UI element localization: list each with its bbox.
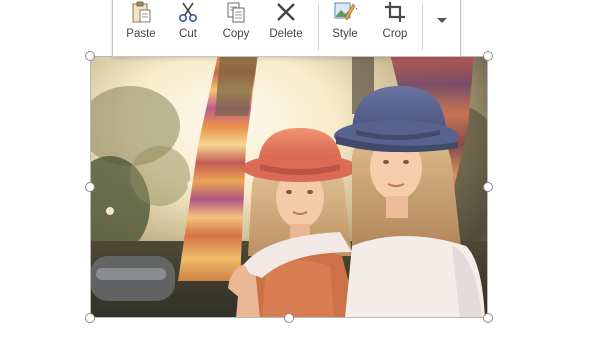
resize-handle-middle-left[interactable] (85, 182, 95, 192)
crop-label: Crop (382, 28, 408, 40)
more-options-button[interactable] (424, 0, 460, 56)
document-canvas: Paste Cut Copy Delete Style Crop (0, 0, 608, 342)
copy-icon (227, 2, 245, 23)
toolbar-separator (422, 3, 423, 51)
delete-x-icon (277, 3, 295, 21)
cut-label: Cut (179, 28, 197, 40)
resize-handle-middle-right[interactable] (483, 182, 493, 192)
style-label: Style (332, 28, 358, 40)
delete-button[interactable]: Delete (261, 0, 311, 56)
style-button[interactable]: Style (321, 0, 369, 56)
chevron-down-icon (437, 18, 447, 23)
resize-handle-bottom-left[interactable] (85, 313, 95, 323)
resize-handle-bottom-center[interactable] (284, 313, 294, 323)
toolbar-separator (318, 3, 319, 51)
resize-handle-top-left[interactable] (85, 51, 95, 61)
copy-button[interactable]: Copy (211, 0, 261, 56)
resize-handle-top-right[interactable] (483, 51, 493, 61)
paste-button[interactable]: Paste (113, 0, 169, 56)
photo-two-girls (90, 56, 488, 318)
paste-label: Paste (126, 28, 156, 40)
paste-icon (132, 1, 151, 23)
delete-label: Delete (269, 28, 303, 40)
scissors-icon (178, 2, 198, 23)
resize-handle-bottom-right[interactable] (483, 313, 493, 323)
picture-mini-toolbar: Paste Cut Copy Delete Style Crop (112, 0, 461, 57)
picture-style-icon (334, 2, 357, 21)
copy-label: Copy (222, 28, 250, 40)
crop-icon (385, 2, 405, 22)
cut-button[interactable]: Cut (163, 0, 213, 56)
selected-picture[interactable] (90, 56, 488, 318)
crop-button[interactable]: Crop (369, 0, 421, 56)
